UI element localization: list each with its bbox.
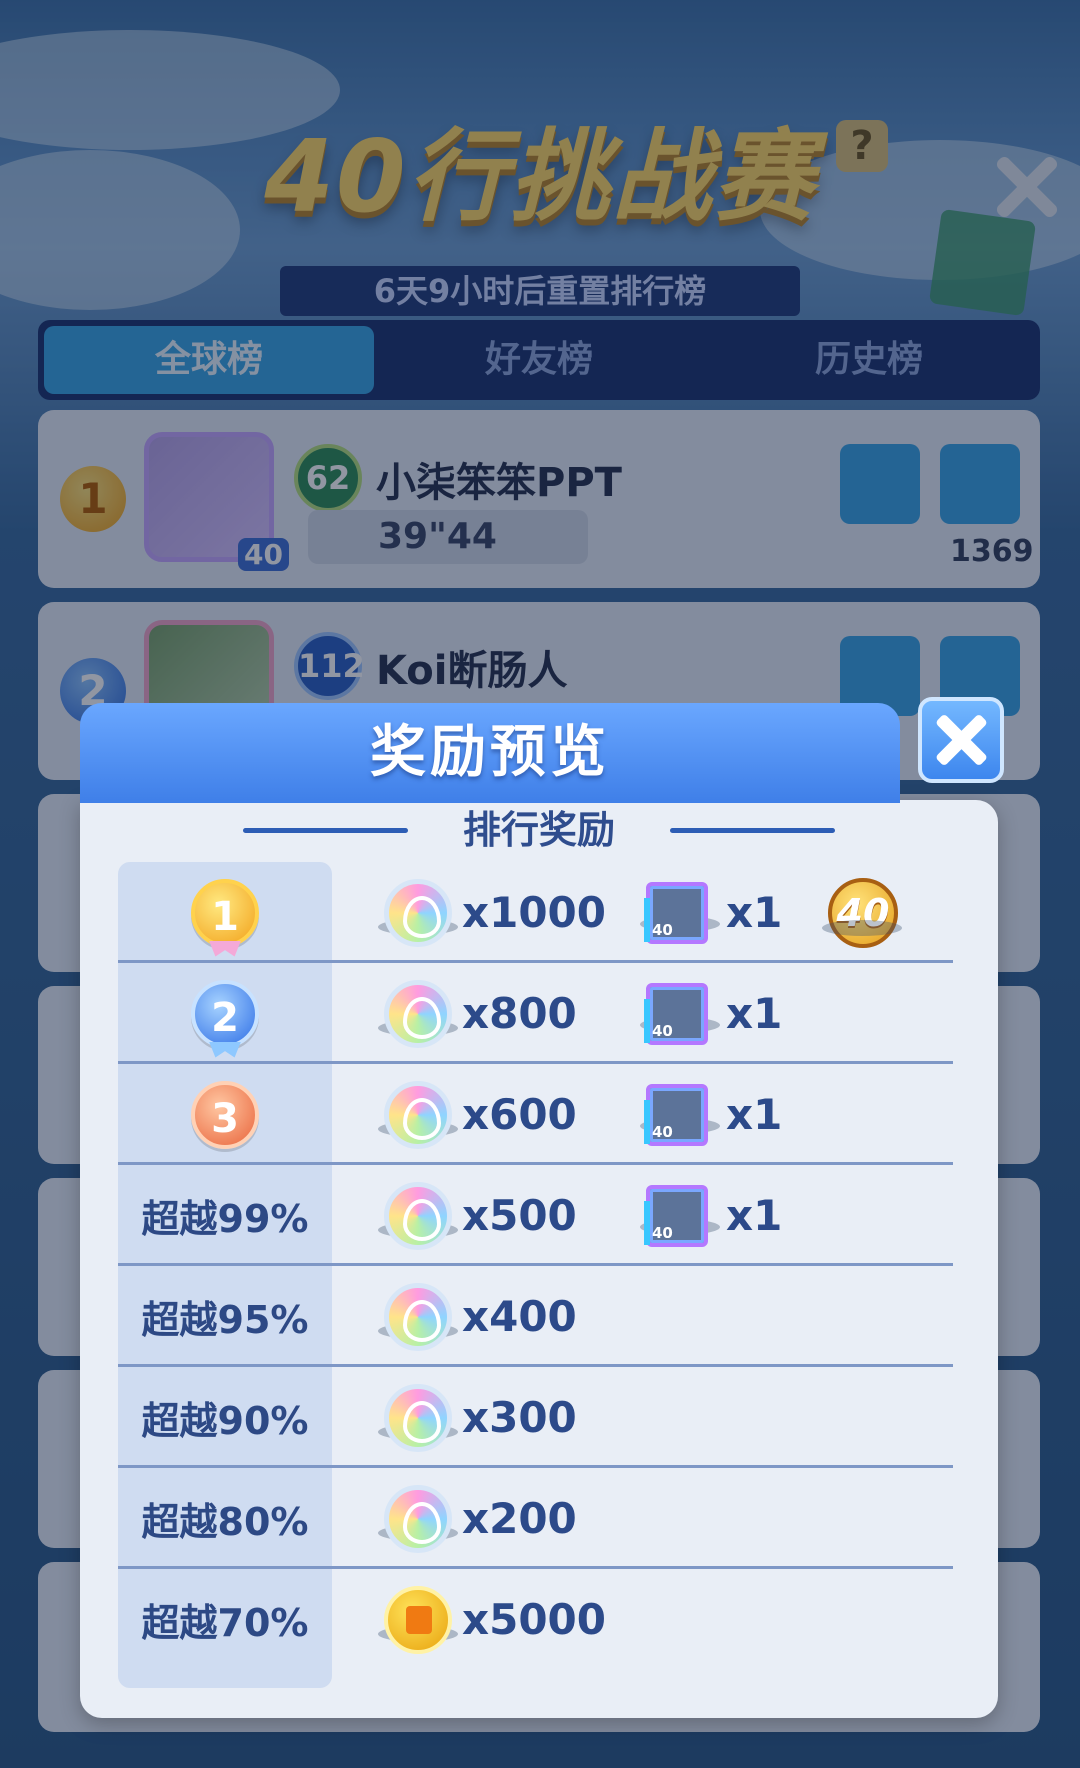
gold-medal-icon: 1 [191, 878, 259, 957]
reward-icon-wrap: 40 [640, 1184, 720, 1247]
avatar-frame-icon: 40 [644, 881, 708, 944]
reward-icon-wrap [378, 1080, 458, 1149]
reward-item[interactable]: 40 x1 [640, 1064, 783, 1165]
reward-icon-wrap [378, 1484, 458, 1553]
reward-item[interactable]: 40 x1 [640, 963, 783, 1064]
gem-amount: x300 [462, 1393, 577, 1442]
frame-amount: x1 [726, 888, 783, 937]
rank-label: 超越90% [118, 1367, 332, 1468]
rainbow-gem-icon [384, 1383, 452, 1452]
rank-percent-label: 超越95% [141, 1298, 309, 1342]
rank-label: 超越80% [118, 1468, 332, 1569]
rank-percent-label: 超越90% [141, 1399, 309, 1443]
reward-row: 2 x800 40 x1 [118, 963, 953, 1064]
frame-bar [644, 1200, 650, 1245]
avatar-frame-icon: 40 [644, 1184, 708, 1247]
reward-icon-wrap [378, 878, 458, 947]
title-decor-line [243, 828, 408, 833]
modal-title: 奖励预览 [80, 703, 900, 803]
reward-icon-wrap: 40 [640, 1083, 720, 1146]
reward-item[interactable]: x600 [378, 1064, 577, 1165]
gem-amount: x200 [462, 1494, 577, 1543]
silver-medal-icon: 2 [191, 979, 259, 1058]
40-line-trophy-icon: 40 [828, 877, 898, 948]
gem-amount: x800 [462, 989, 577, 1038]
frame-amount: x1 [726, 1191, 783, 1240]
reward-icon-wrap [378, 979, 458, 1048]
rank-number: 1 [211, 893, 239, 940]
rank-label: 超越95% [118, 1266, 332, 1367]
medal-ribbon [209, 940, 241, 957]
reward-icon-wrap: 40 [640, 881, 720, 944]
frame-tag: 40 [652, 1223, 673, 1242]
frame-bar [644, 998, 650, 1043]
frame-bar [644, 1099, 650, 1144]
icon-shadow [822, 919, 902, 936]
reward-row: 超越90% x300 [118, 1367, 953, 1468]
rank-label: 1 [118, 862, 332, 963]
reward-item[interactable]: x300 [378, 1367, 577, 1468]
reward-row: 超越95% x400 [118, 1266, 953, 1367]
rainbow-gem-icon [384, 979, 452, 1048]
rainbow-gem-icon [384, 1181, 452, 1250]
rainbow-gem-icon [384, 1484, 452, 1553]
medal-ribbon [209, 1041, 241, 1058]
reward-row: 1 x1000 40 x1 40 [118, 862, 953, 963]
rank-label: 超越70% [118, 1569, 332, 1670]
frame-bar [644, 897, 650, 942]
rainbow-gem-icon [384, 1282, 452, 1351]
gem-amount: x400 [462, 1292, 577, 1341]
reward-row: 超越70% x5000 [118, 1569, 953, 1670]
rank-label: 超越99% [118, 1165, 332, 1266]
reward-icon-wrap: 40 [822, 877, 902, 948]
coin-amount: x5000 [462, 1595, 606, 1644]
reward-item[interactable]: 40 x1 [640, 1165, 783, 1266]
rainbow-gem-icon [384, 1080, 452, 1149]
gem-amount: x500 [462, 1191, 577, 1240]
rank-percent-label: 超越80% [141, 1500, 309, 1544]
rank-label: 3 [118, 1064, 332, 1165]
modal-close-button[interactable] [918, 697, 1004, 783]
reward-icon-wrap [378, 1585, 458, 1654]
avatar-frame-icon: 40 [644, 982, 708, 1045]
reward-icon-wrap [378, 1383, 458, 1452]
frame-tag: 40 [652, 920, 673, 939]
rank-percent-label: 超越99% [141, 1197, 309, 1241]
reward-icon-wrap: 40 [640, 982, 720, 1045]
reward-row: 3 x600 40 x1 [118, 1064, 953, 1165]
frame-amount: x1 [726, 989, 783, 1038]
rank-percent-label: 超越70% [141, 1601, 309, 1645]
rainbow-gem-icon [384, 878, 452, 947]
reward-item[interactable]: x200 [378, 1468, 577, 1569]
gem-amount: x600 [462, 1090, 577, 1139]
rank-number: 3 [211, 1095, 239, 1142]
frame-amount: x1 [726, 1090, 783, 1139]
section-title-text: 排行奖励 [462, 808, 615, 852]
reward-item[interactable]: x5000 [378, 1569, 606, 1670]
rank-number: 2 [211, 994, 239, 1041]
section-title: 排行奖励 [80, 800, 998, 860]
gem-amount: x1000 [462, 888, 606, 937]
reward-item[interactable]: 40 x1 [640, 862, 783, 963]
reward-row: 超越99% x500 40 x1 [118, 1165, 953, 1266]
title-decor-line [670, 828, 835, 833]
reward-item[interactable]: x800 [378, 963, 577, 1064]
reward-item[interactable]: x500 [378, 1165, 577, 1266]
reward-item[interactable]: 40 [822, 862, 902, 963]
reward-row: 超越80% x200 [118, 1468, 953, 1569]
reward-item[interactable]: x400 [378, 1266, 577, 1367]
bronze-medal-icon: 3 [191, 1080, 259, 1149]
reward-icon-wrap [378, 1181, 458, 1250]
close-icon [934, 713, 988, 767]
reward-icon-wrap [378, 1282, 458, 1351]
gold-coin-icon [384, 1585, 452, 1654]
avatar-frame-icon: 40 [644, 1083, 708, 1146]
frame-tag: 40 [652, 1021, 673, 1040]
frame-tag: 40 [652, 1122, 673, 1141]
reward-item[interactable]: x1000 [378, 862, 606, 963]
rank-label: 2 [118, 963, 332, 1064]
